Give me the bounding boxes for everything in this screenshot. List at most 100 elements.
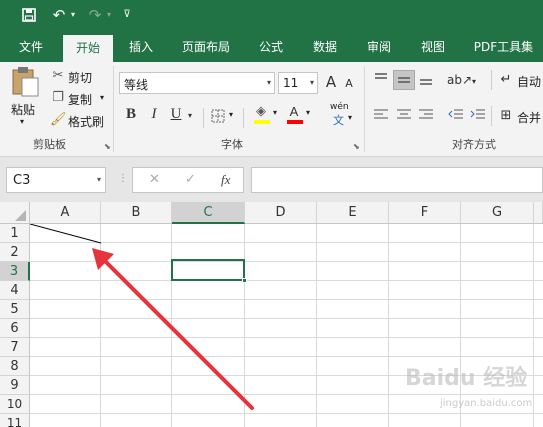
column-header-f[interactable]: F xyxy=(389,202,461,224)
grid-line xyxy=(30,280,543,281)
tab-pdf-tools[interactable]: PDF工具集 xyxy=(464,32,543,62)
name-box[interactable]: C3 ▾ xyxy=(6,167,106,193)
row-header-3[interactable]: 3 xyxy=(0,262,30,281)
increase-indent-icon[interactable] xyxy=(470,108,486,122)
align-bottom-icon[interactable] xyxy=(418,72,434,86)
bold-button[interactable]: B xyxy=(122,106,140,122)
tab-view[interactable]: 视图 xyxy=(410,32,456,62)
border-icon xyxy=(211,109,225,123)
scissors-icon: ✂ xyxy=(52,68,64,83)
row-header-5[interactable]: 5 xyxy=(0,300,30,319)
separator xyxy=(364,66,365,152)
column-header-partial[interactable] xyxy=(534,202,543,224)
column-header-e[interactable]: E xyxy=(317,202,389,224)
row-header-4[interactable]: 4 xyxy=(0,281,30,300)
row-header-1[interactable]: 1 xyxy=(0,224,30,243)
select-all-icon xyxy=(15,210,26,221)
grid-line xyxy=(388,224,389,427)
grid-line xyxy=(30,356,543,357)
align-left-icon[interactable] xyxy=(373,108,389,122)
insert-function-icon[interactable]: fx xyxy=(221,172,230,188)
column-header-a[interactable]: A xyxy=(30,202,101,224)
underline-dropdown-icon[interactable]: ▾ xyxy=(186,108,194,124)
select-all-button[interactable] xyxy=(0,202,30,224)
fill-color-button[interactable]: ◈ ▾ xyxy=(252,104,282,126)
phonetic-button[interactable]: wén 文 ▾ xyxy=(328,102,358,127)
watermark-logo: Baidu 经验 xyxy=(405,366,528,391)
grid-line xyxy=(30,337,543,338)
chevron-down-icon: ▾ xyxy=(306,108,311,117)
cut-button[interactable]: ✂ 剪切 xyxy=(50,68,110,86)
row-header-10[interactable]: 10 xyxy=(0,395,30,414)
font-size-select[interactable]: 11 ▾ xyxy=(278,72,318,94)
save-icon[interactable] xyxy=(18,4,40,28)
borders-button[interactable]: ▾ xyxy=(211,107,239,125)
clipboard-group-label: 剪贴板 xyxy=(33,138,66,151)
customize-qat-icon[interactable]: ⊽ xyxy=(120,4,134,26)
column-header-g[interactable]: G xyxy=(461,202,534,224)
grow-font-icon[interactable]: A xyxy=(323,74,339,90)
tab-page-layout[interactable]: 页面布局 xyxy=(172,32,240,62)
chevron-down-icon: ▾ xyxy=(229,110,234,119)
align-middle-icon xyxy=(398,77,410,83)
clipboard-launcher-icon[interactable]: ⬊ xyxy=(104,142,111,151)
row-header-9[interactable]: 9 xyxy=(0,376,30,395)
font-color-swatch xyxy=(287,120,303,124)
undo-icon[interactable]: ↶ xyxy=(50,4,68,26)
tab-home[interactable]: 开始 xyxy=(63,35,113,62)
tab-insert[interactable]: 插入 xyxy=(118,32,164,62)
wrap-text-icon: ↵ xyxy=(500,72,512,87)
align-top-icon[interactable] xyxy=(373,72,389,86)
paste-button[interactable]: 粘贴 ▾ xyxy=(8,66,42,128)
column-header-c[interactable]: C xyxy=(172,202,245,224)
decrease-indent-icon[interactable] xyxy=(448,108,464,122)
font-color-icon: A xyxy=(289,104,299,119)
font-name-select[interactable]: 等线 ▾ xyxy=(119,72,275,94)
paste-dropdown-icon: ▾ xyxy=(20,117,25,126)
formula-input[interactable] xyxy=(251,167,543,193)
align-right-icon[interactable] xyxy=(418,108,434,122)
chevron-down-icon: ▾ xyxy=(96,175,101,184)
align-middle-button[interactable] xyxy=(393,70,415,90)
cancel-icon[interactable]: ✕ xyxy=(149,172,160,187)
enter-icon[interactable]: ✓ xyxy=(185,172,196,187)
underline-button[interactable]: U xyxy=(167,106,185,122)
grid-line xyxy=(30,413,543,414)
wrap-text-button[interactable]: ↵ 自动 xyxy=(499,70,543,90)
orientation-icon[interactable]: ab↗ xyxy=(447,72,472,88)
tab-data[interactable]: 数据 xyxy=(302,32,348,62)
column-header-d[interactable]: D xyxy=(245,202,317,224)
spreadsheet-grid[interactable]: A B C D E F G 1 2 3 4 5 6 7 8 9 10 11 xyxy=(0,202,543,427)
font-color-button[interactable]: A ▾ xyxy=(285,104,315,126)
active-cell-c3[interactable] xyxy=(171,259,247,283)
chevron-down-icon: ▾ xyxy=(273,108,278,117)
separator xyxy=(491,70,492,90)
formula-bar: C3 ▾ ⋮ ✕ ✓ fx xyxy=(0,157,543,202)
align-center-icon[interactable] xyxy=(396,108,412,122)
undo-dropdown-icon[interactable]: ▾ xyxy=(68,4,78,26)
separator xyxy=(491,106,492,126)
format-painter-button[interactable]: 🖌 格式刷 xyxy=(50,112,110,130)
tab-file[interactable]: 文件 xyxy=(8,32,54,62)
row-header-6[interactable]: 6 xyxy=(0,319,30,338)
tab-review[interactable]: 审阅 xyxy=(356,32,402,62)
font-launcher-icon[interactable]: ⬊ xyxy=(353,142,360,151)
row-header-8[interactable]: 8 xyxy=(0,357,30,376)
chevron-down-icon[interactable]: ▾ xyxy=(470,74,478,90)
tab-formulas[interactable]: 公式 xyxy=(248,32,294,62)
fill-handle[interactable] xyxy=(242,278,247,283)
resize-handle-icon[interactable]: ⋮ xyxy=(118,173,128,184)
grid-line xyxy=(171,224,172,427)
italic-button[interactable]: I xyxy=(145,106,163,122)
ribbon-tabs: 文件 开始 插入 页面布局 公式 数据 审阅 视图 PDF工具集 xyxy=(0,32,543,62)
watermark-url: jingyan.baidu.com xyxy=(440,398,533,409)
row-header-7[interactable]: 7 xyxy=(0,338,30,357)
merge-center-button[interactable]: ⊞ 合并 xyxy=(499,106,543,126)
row-header-11[interactable]: 11 xyxy=(0,414,30,427)
row-header-2[interactable]: 2 xyxy=(0,243,30,262)
separator xyxy=(203,108,204,128)
paste-icon xyxy=(12,67,39,97)
copy-button[interactable]: ❐ 复制 ▾ xyxy=(50,90,110,108)
column-header-b[interactable]: B xyxy=(101,202,172,224)
shrink-font-icon[interactable]: A xyxy=(342,76,356,92)
